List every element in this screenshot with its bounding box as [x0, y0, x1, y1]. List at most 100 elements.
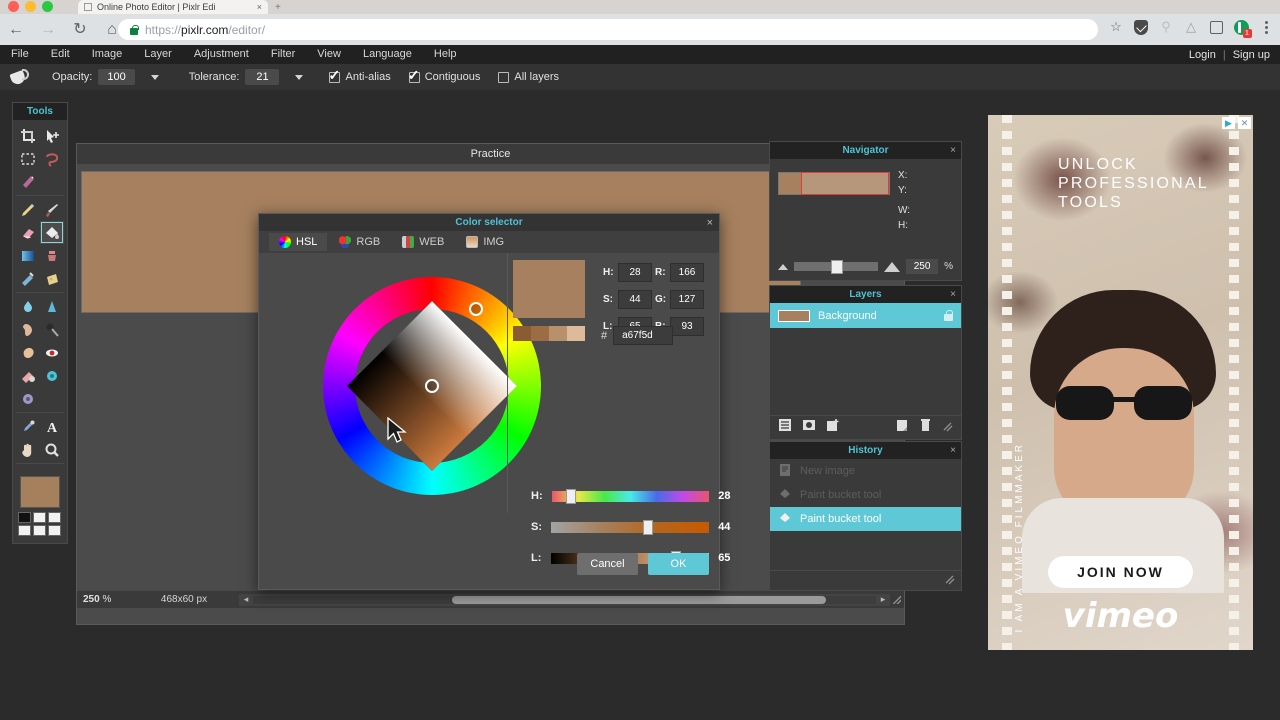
saturation-slider-row[interactable]: S: 44	[531, 521, 741, 533]
related-swatch[interactable]	[513, 326, 531, 341]
related-swatch[interactable]	[549, 326, 567, 341]
window-controls[interactable]	[8, 1, 53, 12]
history-row[interactable]: Paint bucket tool	[770, 483, 961, 507]
hue-slider-track[interactable]	[552, 491, 710, 502]
close-window-button[interactable]	[8, 1, 19, 12]
crop-tool[interactable]	[16, 124, 40, 147]
navigator-thumbnail[interactable]	[778, 172, 890, 195]
related-swatch[interactable]	[567, 326, 585, 341]
browser-menu-icon[interactable]	[1258, 19, 1274, 35]
login-link[interactable]: Login	[1189, 49, 1216, 61]
menu-edit[interactable]: Edit	[40, 45, 81, 64]
color-selector-header[interactable]: Color selector ×	[259, 214, 719, 231]
spot-heal-tool[interactable]	[16, 364, 40, 387]
preset-swatch[interactable]	[18, 512, 31, 523]
ad-cta-button[interactable]: JOIN NOW	[1048, 556, 1193, 588]
pinch-tool[interactable]	[16, 387, 40, 410]
eyedropper-tool[interactable]	[16, 415, 40, 438]
preset-swatch[interactable]	[48, 512, 61, 523]
checkbox-icon[interactable]	[409, 72, 420, 83]
chevron-down-icon[interactable]	[295, 75, 303, 80]
h-value[interactable]: 28	[618, 263, 652, 282]
zoom-slider-thumb[interactable]	[831, 260, 843, 274]
opacity-field[interactable]: Opacity: 100	[52, 69, 159, 85]
menu-file[interactable]: File	[0, 45, 40, 64]
arrow-extension-icon[interactable]: △	[1183, 19, 1199, 35]
smudge-tool[interactable]	[16, 267, 40, 290]
dodge-tool[interactable]	[40, 318, 64, 341]
close-icon[interactable]: ×	[707, 217, 713, 229]
hex-value[interactable]: a67f5d	[613, 326, 673, 345]
cancel-button[interactable]: Cancel	[577, 553, 638, 575]
layer-mask-icon[interactable]	[802, 418, 816, 437]
new-tab-button[interactable]: +	[275, 2, 281, 13]
hue-slider-thumb[interactable]	[566, 489, 576, 504]
zoom-tool[interactable]	[40, 438, 64, 461]
smudge-finger-tool[interactable]	[16, 318, 40, 341]
history-row[interactable]: Paint bucket tool	[770, 507, 961, 531]
opacity-value[interactable]: 100	[98, 69, 134, 85]
forward-icon[interactable]: →	[32, 22, 64, 38]
checkbox-icon[interactable]	[329, 72, 340, 83]
tab-img[interactable]: IMG	[456, 233, 514, 251]
resize-grip-icon[interactable]	[890, 594, 904, 606]
clone-stamp-tool[interactable]	[40, 244, 64, 267]
navigator-zoom-controls[interactable]: 250 %	[770, 259, 961, 274]
close-ad-icon[interactable]: ✕	[1238, 117, 1251, 129]
menu-layer[interactable]: Layer	[133, 45, 183, 64]
adchoices-controls[interactable]: ▶ ✕	[1222, 117, 1251, 129]
zoom-slider-track[interactable]	[794, 262, 878, 271]
scroll-right-icon[interactable]: ▸	[876, 594, 890, 605]
menu-image[interactable]: Image	[81, 45, 134, 64]
contiguous-checkbox[interactable]: Contiguous	[409, 71, 481, 83]
add-layer-icon[interactable]	[826, 418, 840, 437]
ok-button[interactable]: OK	[648, 553, 709, 575]
delete-layer-icon[interactable]	[919, 418, 932, 437]
eraser-tool[interactable]	[16, 221, 40, 244]
pin-extension-icon[interactable]: ⚲	[1158, 19, 1174, 35]
close-icon[interactable]: ×	[950, 145, 956, 156]
adchoices-icon[interactable]: ▶	[1222, 117, 1235, 129]
advertisement[interactable]: UNLOCK PROFESSIONAL TOOLS I AM A VIMEO F…	[988, 115, 1253, 650]
color-wheel-area[interactable]	[259, 253, 507, 503]
g-field[interactable]: G: 127	[655, 290, 704, 309]
hue-slider-row[interactable]: H: 28	[531, 490, 741, 502]
burn-tool[interactable]	[16, 341, 40, 364]
saturation-slider-track[interactable]	[551, 522, 709, 533]
s-field[interactable]: S: 44	[603, 290, 652, 309]
minimize-window-button[interactable]	[25, 1, 36, 12]
bloat-tool[interactable]	[40, 364, 64, 387]
alllayers-checkbox[interactable]: All layers	[498, 71, 559, 83]
preset-swatch[interactable]	[18, 525, 31, 536]
menu-language[interactable]: Language	[352, 45, 423, 64]
sl-marker[interactable]	[425, 379, 439, 393]
move-tool[interactable]	[40, 124, 64, 147]
menu-help[interactable]: Help	[423, 45, 468, 64]
brush-tool[interactable]	[40, 198, 64, 221]
reload-icon[interactable]: ↻	[64, 22, 96, 38]
g-value[interactable]: 127	[670, 290, 704, 309]
antialias-checkbox[interactable]: Anti-alias	[329, 71, 390, 83]
tab-hsl[interactable]: HSL	[269, 233, 327, 251]
history-row[interactable]: New image	[770, 459, 961, 483]
menu-adjustment[interactable]: Adjustment	[183, 45, 260, 64]
related-swatches[interactable]	[513, 326, 585, 341]
magic-wand-tool[interactable]	[16, 170, 40, 193]
type-tool[interactable]: A	[40, 415, 64, 438]
lock-icon[interactable]	[944, 310, 953, 321]
close-icon[interactable]: ×	[950, 289, 956, 300]
paint-bucket-tool[interactable]	[40, 221, 64, 244]
layer-row[interactable]: Background	[770, 303, 961, 328]
tab-web[interactable]: WEB	[392, 233, 454, 251]
horizontal-scrollbar[interactable]: ◂ ▸	[239, 594, 890, 606]
r-value[interactable]: 166	[670, 263, 704, 282]
resize-grip-icon[interactable]	[942, 419, 953, 437]
sponge-tool[interactable]	[40, 267, 64, 290]
blur-tool[interactable]	[16, 295, 40, 318]
tolerance-field[interactable]: Tolerance: 21	[189, 69, 304, 85]
b-value[interactable]: 93	[670, 317, 704, 336]
back-icon[interactable]: ←	[0, 22, 32, 38]
maximize-window-button[interactable]	[42, 1, 53, 12]
scroll-left-icon[interactable]: ◂	[239, 594, 253, 605]
browser-tab[interactable]: Online Photo Editor | Pixlr Edi ×	[78, 0, 268, 14]
